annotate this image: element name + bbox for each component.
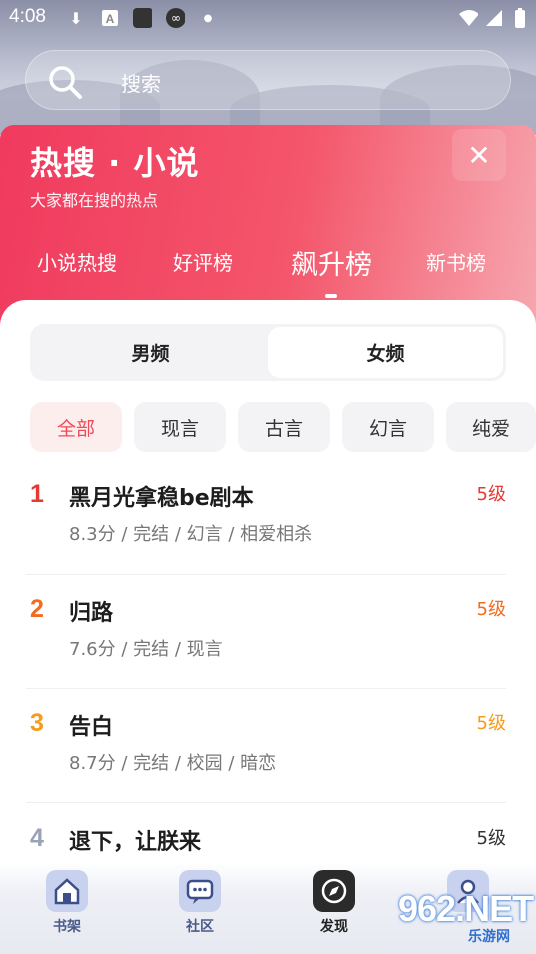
filter-chip-fantasy[interactable]: 幻言: [342, 402, 434, 452]
divider: [26, 688, 506, 689]
level-badge: 5级: [476, 599, 506, 620]
search-placeholder: 搜索: [121, 72, 161, 96]
gender-male-option[interactable]: 男频: [33, 327, 268, 378]
divider: [26, 802, 506, 803]
watermark-subtext: 乐游网: [468, 929, 510, 945]
list-item[interactable]: 3 告白 8.7分 / 完结 / 校园 / 暗恋 5级: [0, 709, 536, 824]
book-meta: 8.3分 / 完结 / 幻言 / 相爱相杀: [69, 524, 313, 545]
nav-community-label: 社区: [186, 919, 214, 935]
signal-icon: [484, 8, 504, 28]
list-item[interactable]: 1 黑月光拿稳be剧本 8.3分 / 完结 / 幻言 / 相爱相杀 5级: [0, 480, 536, 595]
battery-icon: [510, 8, 530, 28]
filter-chip-modern[interactable]: 现言: [134, 402, 226, 452]
close-button[interactable]: ✕: [452, 129, 506, 181]
tab-novel-hot[interactable]: 小说热搜: [37, 247, 117, 276]
nav-bookshelf-label: 书架: [53, 919, 81, 935]
book-meta: 7.6分 / 完结 / 现言: [69, 639, 223, 660]
level-badge: 5级: [476, 484, 506, 505]
book-title: 退下，让朕来: [69, 830, 202, 855]
status-time: 4:08: [9, 6, 46, 27]
wifi-icon: [458, 8, 478, 28]
search-icon: [49, 66, 82, 99]
rank-number: 4: [30, 824, 44, 852]
download-icon: ⬇: [69, 8, 83, 28]
rank-number: 2: [30, 595, 44, 623]
divider: [26, 574, 506, 575]
level-badge: 5级: [476, 828, 506, 849]
page-subtitle: 大家都在搜的热点: [30, 191, 159, 210]
app-icon: [132, 8, 152, 28]
active-tab-indicator: [325, 294, 337, 298]
filter-chip-bl[interactable]: 纯爱: [446, 402, 536, 452]
close-icon: ✕: [467, 138, 491, 172]
list-item[interactable]: 2 归路 7.6分 / 完结 / 现言 5级: [0, 595, 536, 710]
watermark-logo: 962.NET 乐游网: [398, 888, 534, 948]
chat-icon: [179, 870, 221, 912]
page-title: 热搜 · 小说: [30, 144, 200, 182]
nav-community[interactable]: 社区: [160, 870, 240, 950]
gender-female-option[interactable]: 女频: [268, 327, 503, 378]
tab-rising[interactable]: 飙升榜: [291, 243, 372, 282]
nav-bookshelf[interactable]: 书架: [27, 870, 107, 950]
search-input[interactable]: 搜索: [25, 50, 511, 110]
font-icon: A: [100, 8, 120, 28]
nav-discover-label: 发现: [320, 919, 348, 935]
status-bar: 4:08 ⬇ A ∞ ●: [0, 0, 536, 36]
watermark-text: 962.NET: [398, 888, 534, 929]
infinity-icon: ∞: [165, 8, 185, 28]
rank-number: 1: [30, 480, 44, 508]
svg-text:A: A: [106, 12, 115, 26]
book-meta: 8.7分 / 完结 / 校园 / 暗恋: [69, 753, 277, 774]
filter-chip-all[interactable]: 全部: [30, 402, 122, 452]
gender-toggle: 男频 女频: [30, 324, 506, 381]
nav-discover[interactable]: 发现: [294, 870, 374, 950]
filter-chip-ancient[interactable]: 古言: [238, 402, 330, 452]
rank-number: 3: [30, 709, 44, 737]
tab-new-books[interactable]: 新书榜: [426, 247, 486, 276]
dot-icon: ●: [203, 12, 213, 24]
book-title: 归路: [69, 601, 114, 626]
book-title: 告白: [69, 715, 114, 740]
svg-text:∞: ∞: [171, 11, 181, 25]
level-badge: 5级: [476, 713, 506, 734]
home-icon: [46, 870, 88, 912]
book-title: 黑月光拿稳be剧本: [69, 486, 254, 511]
tab-good-reviews[interactable]: 好评榜: [173, 247, 233, 276]
compass-icon: [313, 870, 355, 912]
